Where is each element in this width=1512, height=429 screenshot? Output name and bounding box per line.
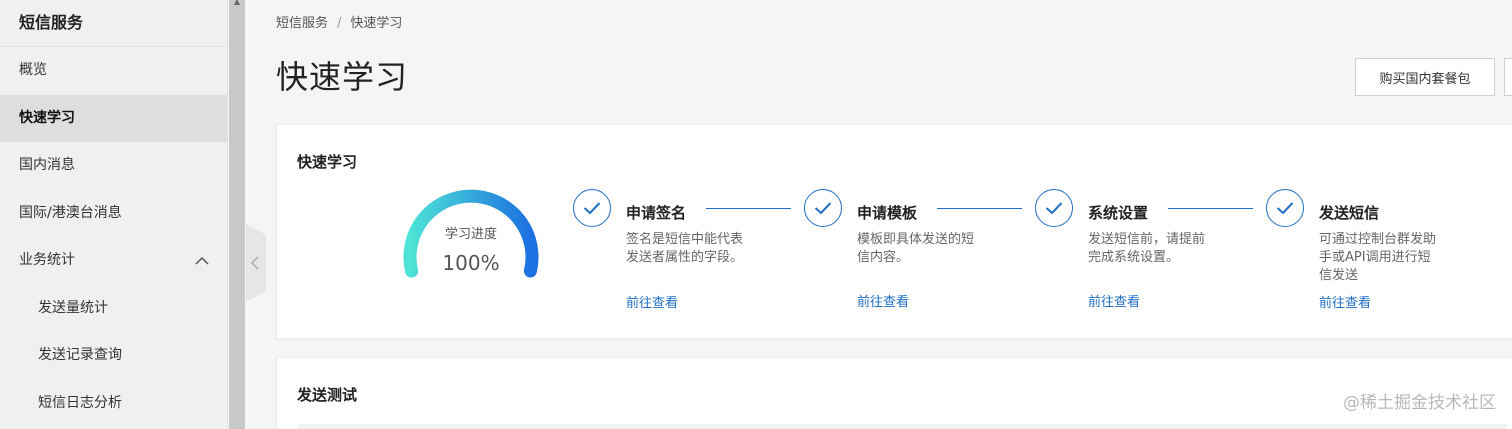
more-button[interactable]	[1504, 58, 1512, 96]
sidebar: 短信服务 概览 快速学习 国内消息 国际/港澳台消息 业务统计 发送量统计 发送…	[0, 0, 228, 429]
checkmark-icon	[814, 202, 832, 215]
checkmark-icon	[583, 202, 601, 215]
main-content: 短信服务 / 快速学习 快速学习 购买国内套餐包 快速学习 学习进度 100%	[246, 0, 1512, 429]
breadcrumb-separator: /	[337, 16, 342, 31]
sidebar-item-business-stats[interactable]: 业务统计	[0, 237, 227, 285]
buy-domestic-package-button[interactable]: 购买国内套餐包	[1355, 58, 1495, 96]
sidebar-item-quick-learn[interactable]: 快速学习	[0, 94, 227, 142]
gauge-label: 学习进度	[444, 227, 497, 242]
send-test-card: 发送测试	[276, 357, 1512, 429]
watermark: @稀土掘金技术社区	[1343, 393, 1496, 413]
step-title: 申请签名	[626, 204, 687, 222]
checkmark-icon	[1045, 202, 1063, 215]
sidebar-item-international-messages[interactable]: 国际/港澳台消息	[0, 190, 227, 238]
sidebar-title: 短信服务	[0, 0, 227, 47]
sidebar-item-domestic-messages[interactable]: 国内消息	[0, 142, 227, 190]
step-view-link[interactable]: 前往查看	[857, 291, 909, 310]
card-title: 快速学习	[297, 153, 358, 171]
step-description: 签名是短信中能代表发送者属性的字段。	[626, 232, 744, 265]
scroll-up-arrow-icon[interactable]: ▲	[229, 0, 245, 6]
sidebar-item-overview[interactable]: 概览	[0, 47, 227, 95]
step-view-link[interactable]: 前往查看	[1088, 291, 1140, 310]
step-connector	[1168, 208, 1253, 209]
card-title: 发送测试	[297, 386, 358, 404]
breadcrumb-root[interactable]: 短信服务	[276, 16, 328, 31]
step-title: 申请模板	[857, 204, 918, 222]
step-connector	[706, 208, 791, 209]
breadcrumb: 短信服务 / 快速学习	[276, 12, 402, 31]
step-check-circle	[1266, 189, 1304, 227]
step-title: 系统设置	[1088, 204, 1149, 222]
send-test-content	[297, 424, 1507, 429]
sidebar-item-send-record-query[interactable]: 发送记录查询	[0, 332, 227, 380]
checkmark-icon	[1276, 202, 1294, 215]
step-description: 发送短信前，请提前完成系统设置。	[1088, 232, 1206, 265]
quick-learn-card: 快速学习 学习进度 100% 申请签名 签名是短信中能代表发送者属性的字段。 前…	[276, 124, 1512, 339]
step-title: 发送短信	[1319, 204, 1380, 222]
page-title: 快速学习	[276, 58, 409, 96]
sidebar-item-label: 业务统计	[19, 252, 75, 268]
step-check-circle	[573, 189, 611, 227]
step-check-circle	[804, 189, 842, 227]
progress-gauge: 学习进度 100%	[401, 189, 541, 285]
step-description: 可通过控制台群发助手或API调用进行短信发送	[1319, 232, 1437, 283]
step-connector	[937, 208, 1022, 209]
step-view-link[interactable]: 前往查看	[1319, 292, 1371, 311]
sidebar-item-send-volume-stats[interactable]: 发送量统计	[0, 285, 227, 333]
step-view-link[interactable]: 前往查看	[626, 292, 678, 311]
step-description: 模板即具体发送的短信内容。	[857, 232, 975, 265]
sidebar-item-sms-log-analysis[interactable]: 短信日志分析	[0, 380, 227, 428]
step-check-circle	[1035, 189, 1073, 227]
sidebar-scrollbar[interactable]: ▲	[229, 0, 245, 429]
breadcrumb-current: 快速学习	[350, 16, 403, 31]
gauge-value: 100%	[442, 251, 500, 275]
chevron-up-icon	[195, 256, 209, 265]
